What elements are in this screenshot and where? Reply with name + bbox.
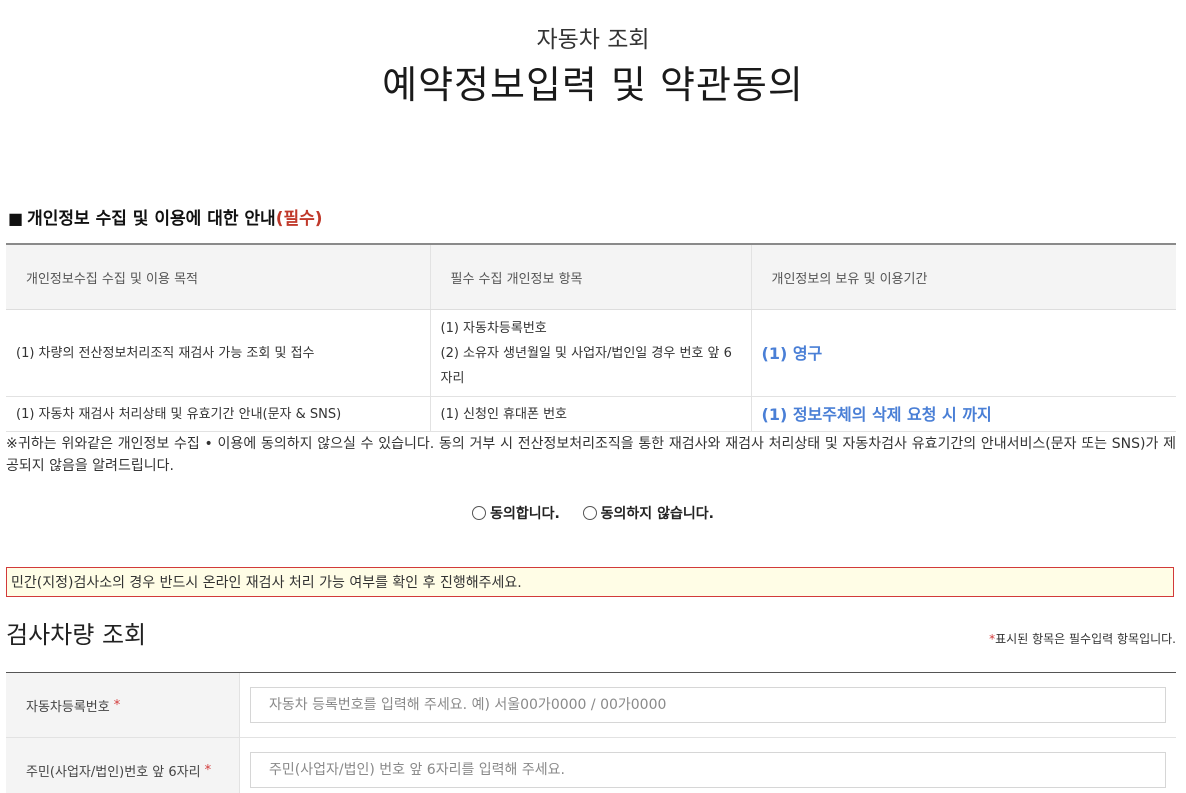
id-field	[240, 738, 1176, 793]
disagree-radio[interactable]: 동의하지 않습니다.	[582, 503, 714, 523]
cell-period: (1) 정보주체의 삭제 요청 시 까지	[750, 396, 1176, 432]
cell-purpose: (1) 자동차 재검사 처리상태 및 유효기간 안내(문자 & SNS)	[6, 396, 430, 432]
registration-number-input[interactable]	[250, 687, 1166, 723]
lookup-form: 자동차등록번호* 주민(사업자/법인)번호 앞 6자리*	[6, 672, 1176, 793]
consent-notice: ※귀하는 위와같은 개인정보 수집 • 이용에 동의하지 않으실 수 있습니다.…	[6, 436, 1176, 474]
table-row: (1) 자동차 재검사 처리상태 및 유효기간 안내(문자 & SNS) (1)…	[6, 396, 1176, 432]
required-fields-note: *표시된 항목은 필수입력 항목입니다.	[989, 630, 1176, 647]
form-row-id: 주민(사업자/법인)번호 앞 6자리 *	[6, 738, 1176, 793]
column-header-purpose: 개인정보수집 수집 및 이용 목적	[6, 243, 430, 310]
required-star-icon: *	[113, 697, 121, 713]
registration-label-text: 자동차등록번호	[26, 699, 110, 715]
item-line: (1) 신청인 휴대폰 번호	[440, 406, 568, 422]
id-number-input[interactable]	[250, 752, 1166, 788]
item-line: (2) 소유자 생년월일 및 사업자/법인일 경우 번호 앞 6자리	[440, 345, 732, 386]
cell-items: (1) 신청인 휴대폰 번호	[429, 396, 751, 432]
column-header-items: 필수 수집 개인정보 항목	[429, 243, 751, 310]
id-label: 주민(사업자/법인)번호 앞 6자리 *	[6, 738, 240, 793]
form-row-registration: 자동차등록번호 *	[6, 673, 1176, 738]
required-tag: (필수)	[275, 209, 323, 229]
column-header-period: 개인정보의 보유 및 이용기간	[750, 243, 1176, 310]
privacy-heading-text: 개인정보 수집 및 이용에 대한 안내	[27, 209, 276, 229]
required-star-icon: *	[204, 762, 212, 778]
disagree-label[interactable]: 동의하지 않습니다.	[601, 503, 714, 523]
square-bullet-icon: ■	[8, 209, 24, 228]
id-label-text: 주민(사업자/법인)번호 앞 6자리	[26, 764, 201, 780]
consent-options: 동의합니다. 동의하지 않습니다.	[0, 503, 1186, 524]
cell-purpose: (1) 차량의 전산정보처리조직 재검사 가능 조회 및 접수	[6, 309, 430, 397]
lookup-section-title: 검사차량 조회	[6, 621, 147, 649]
cell-items: (1) 자동차등록번호 (2) 소유자 생년월일 및 사업자/법인일 경우 번호…	[429, 309, 751, 397]
page-title: 예약정보입력 및 약관동의	[382, 63, 804, 107]
table-row: (1) 차량의 전산정보처리조직 재검사 가능 조회 및 접수 (1) 자동차등…	[6, 309, 1176, 397]
alert-banner: 민간(지정)검사소의 경우 반드시 온라인 재검사 처리 가능 여부를 확인 후…	[6, 567, 1174, 597]
required-note-text: 표시된 항목은 필수입력 항목입니다.	[995, 632, 1176, 646]
page-subtitle: 자동차 조회	[536, 27, 650, 53]
privacy-section-heading: ■ 개인정보 수집 및 이용에 대한 안내(필수)	[8, 204, 323, 229]
agree-radio[interactable]: 동의합니다.	[472, 503, 560, 523]
cell-period: (1) 영구	[750, 309, 1176, 397]
registration-label: 자동차등록번호 *	[6, 673, 240, 737]
registration-field	[240, 673, 1176, 737]
page: 자동차 조회 예약정보입력 및 약관동의 ■ 개인정보 수집 및 이용에 대한 안…	[0, 0, 1186, 793]
privacy-table: 개인정보수집 수집 및 이용 목적 필수 수집 개인정보 항목 개인정보의 보유…	[6, 243, 1176, 432]
agree-label[interactable]: 동의합니다.	[490, 503, 560, 523]
item-line: (1) 자동차등록번호	[440, 320, 547, 336]
radio-circle-icon[interactable]	[582, 506, 597, 520]
radio-circle-icon[interactable]	[472, 506, 487, 520]
table-header-row: 개인정보수집 수집 및 이용 목적 필수 수집 개인정보 항목 개인정보의 보유…	[6, 243, 1176, 310]
